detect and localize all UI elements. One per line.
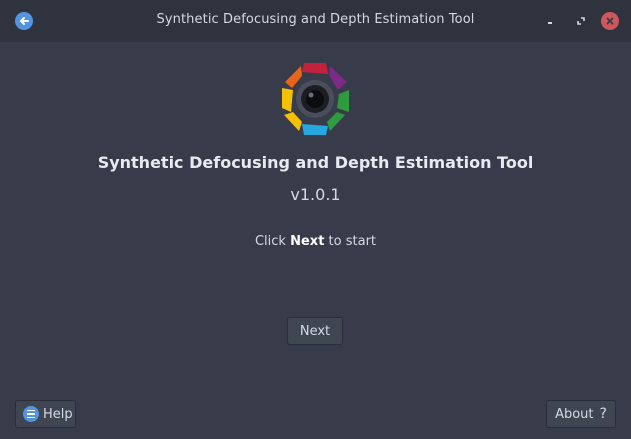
app-name-heading: Synthetic Defocusing and Depth Estimatio… — [97, 153, 534, 172]
app-logo-icon — [282, 63, 349, 135]
question-mark-icon: ? — [599, 406, 607, 422]
close-icon — [606, 17, 614, 25]
maximize-button[interactable] — [571, 11, 591, 31]
welcome-page: Synthetic Defocusing and Depth Estimatio… — [0, 42, 631, 439]
window-title: Synthetic Defocusing and Depth Estimatio… — [156, 12, 475, 27]
close-circle — [601, 12, 619, 30]
start-hint: Click Next to start — [0, 234, 631, 249]
minimize-icon — [548, 22, 552, 24]
title-bar: Synthetic Defocusing and Depth Estimatio… — [0, 0, 631, 42]
hint-suffix: to start — [328, 234, 377, 249]
hint-next-bold: Next — [290, 234, 325, 249]
help-list-icon — [23, 406, 39, 422]
maximize-icon — [577, 17, 585, 25]
help-button-label: Help — [43, 406, 73, 422]
minimize-button[interactable] — [540, 11, 560, 31]
hint-prefix: Click — [254, 234, 286, 249]
about-button[interactable]: About ? — [546, 400, 616, 428]
close-button[interactable] — [600, 11, 620, 31]
help-button[interactable]: Help — [15, 400, 76, 428]
app-window: Synthetic Defocusing and Depth Estimatio… — [0, 0, 631, 439]
version-label: v1.0.1 — [290, 185, 341, 204]
next-button-label: Next — [299, 323, 331, 339]
about-button-label: About — [555, 406, 594, 422]
next-button[interactable]: Next — [287, 317, 343, 345]
